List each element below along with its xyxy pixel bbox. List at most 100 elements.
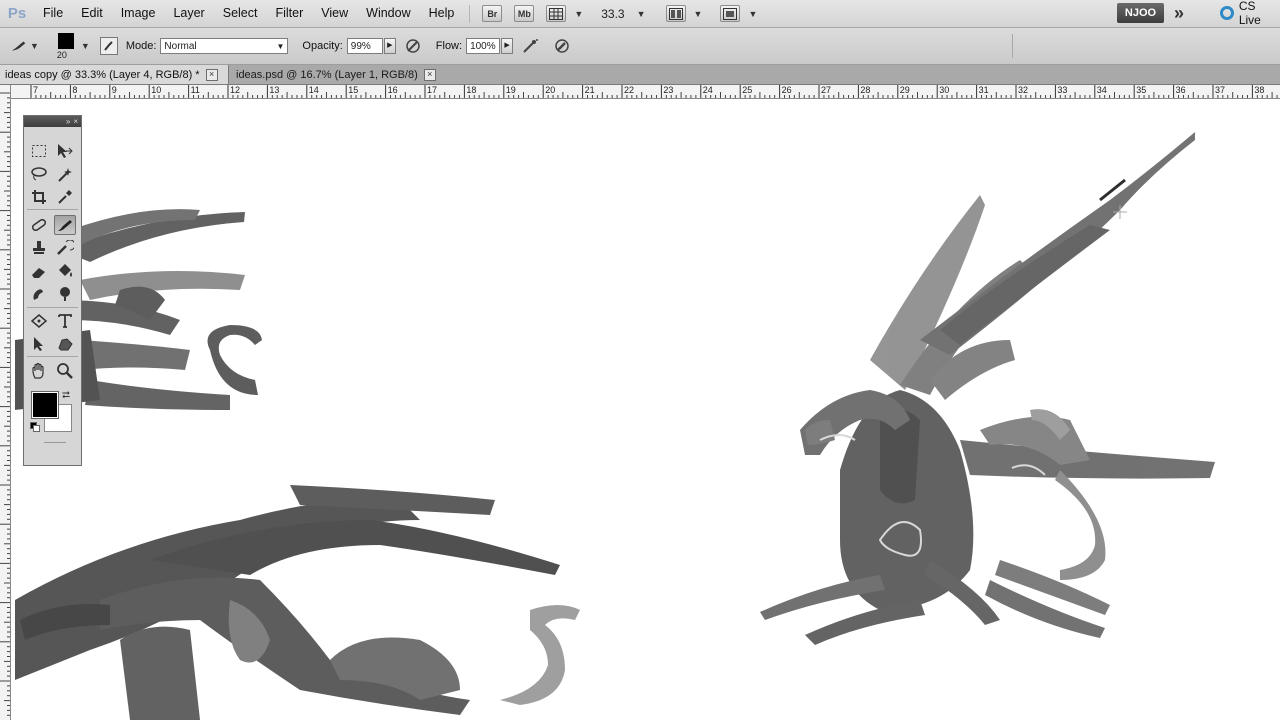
lasso-tool[interactable] bbox=[28, 164, 50, 184]
move-tool[interactable] bbox=[54, 141, 76, 161]
healing-brush-icon bbox=[31, 218, 47, 232]
hand-icon bbox=[32, 362, 44, 379]
collapse-icon[interactable]: » bbox=[66, 117, 70, 126]
flow-slider-toggle[interactable]: ▶ bbox=[501, 38, 514, 54]
cs-live-label: CS Live bbox=[1238, 0, 1261, 27]
menu-file[interactable]: File bbox=[34, 0, 72, 27]
tab-ideas-psd[interactable]: ideas.psd @ 16.7% (Layer 1, RGB/8) × bbox=[229, 65, 441, 84]
ruler-label: 24 bbox=[703, 85, 713, 95]
close-icon[interactable]: × bbox=[423, 68, 436, 81]
chevron-down-icon[interactable]: ▼ bbox=[694, 9, 703, 19]
dragon-sketch-painting bbox=[15, 132, 1215, 720]
menu-filter[interactable]: Filter bbox=[266, 0, 312, 27]
quick-mask-icon[interactable] bbox=[44, 442, 66, 443]
workspace-button[interactable]: NJOO bbox=[1117, 3, 1164, 23]
blur-icon bbox=[33, 289, 43, 300]
arrange-documents-button[interactable] bbox=[665, 5, 686, 22]
ruler-label: 12 bbox=[230, 85, 240, 95]
menu-view[interactable]: View bbox=[312, 0, 357, 27]
ruler-label: 26 bbox=[782, 85, 792, 95]
bridge-button[interactable]: Br bbox=[482, 5, 503, 22]
shape-tool[interactable] bbox=[54, 334, 76, 354]
paint-bucket-tool[interactable] bbox=[54, 261, 76, 281]
horizontal-ruler[interactable]: 7 8 9 10 11 12 13 14 15 16 17 18 19 20 21 22 23 24 25 26 27 2… bbox=[10, 85, 1280, 99]
brush-tool[interactable] bbox=[54, 215, 76, 235]
foreground-color-swatch[interactable] bbox=[31, 391, 59, 419]
ruler-label: 11 bbox=[191, 85, 200, 95]
ruler-label: 29 bbox=[900, 85, 910, 95]
tools-panel-header[interactable]: » × bbox=[24, 116, 81, 127]
path-select-tool[interactable] bbox=[28, 334, 50, 354]
menu-bar: Ps File Edit Image Layer Select Filter V… bbox=[0, 0, 1280, 28]
ruler-label: 35 bbox=[1136, 85, 1146, 95]
default-colors-icon[interactable] bbox=[30, 422, 40, 432]
flow-input[interactable]: 100% bbox=[466, 38, 501, 54]
menu-select[interactable]: Select bbox=[214, 0, 267, 27]
eraser-tool[interactable] bbox=[28, 261, 50, 281]
marquee-tool[interactable] bbox=[28, 141, 50, 161]
hand-tool[interactable] bbox=[28, 361, 50, 381]
brush-panel-toggle[interactable] bbox=[99, 37, 118, 55]
brush-tip-swatch bbox=[57, 33, 74, 49]
opacity-slider-toggle[interactable]: ▶ bbox=[383, 38, 396, 54]
chevron-down-icon[interactable]: ▼ bbox=[30, 41, 39, 51]
crop-tool[interactable] bbox=[28, 187, 50, 207]
tool-divider bbox=[27, 307, 78, 308]
brush-preset-picker[interactable]: 20 bbox=[53, 31, 79, 61]
pressure-opacity-button[interactable] bbox=[404, 37, 422, 55]
tool-preset-picker[interactable] bbox=[10, 37, 28, 55]
vertical-ruler[interactable] bbox=[0, 85, 11, 720]
magic-wand-icon bbox=[58, 168, 72, 182]
blur-tool[interactable] bbox=[28, 284, 50, 304]
tool-divider bbox=[27, 356, 78, 357]
eyedropper-icon bbox=[58, 190, 72, 204]
ruler-label: 20 bbox=[545, 85, 555, 95]
menu-edit[interactable]: Edit bbox=[72, 0, 112, 27]
swap-colors-icon[interactable]: ⮂ bbox=[62, 390, 70, 401]
zoom-level[interactable]: 33.3 bbox=[601, 7, 624, 21]
close-icon[interactable]: × bbox=[205, 68, 218, 81]
arrange-icon bbox=[668, 7, 683, 20]
menu-layer[interactable]: Layer bbox=[164, 0, 213, 27]
chevron-down-icon[interactable]: ▼ bbox=[574, 9, 583, 19]
ruler-label: 13 bbox=[269, 85, 279, 95]
blend-mode-select[interactable]: Normal ▼ bbox=[160, 38, 289, 54]
ruler-label: 31 bbox=[979, 85, 989, 95]
menu-window[interactable]: Window bbox=[357, 0, 419, 27]
ruler-label: 19 bbox=[506, 85, 516, 95]
type-tool[interactable] bbox=[54, 311, 76, 331]
chevron-down-icon[interactable]: ▼ bbox=[748, 9, 757, 19]
opacity-input[interactable]: 99% bbox=[346, 38, 383, 54]
magic-wand-tool[interactable] bbox=[54, 164, 76, 184]
more-workspaces-icon[interactable]: » bbox=[1174, 3, 1184, 23]
close-icon[interactable]: × bbox=[73, 117, 78, 126]
ruler-label: 14 bbox=[309, 85, 319, 95]
pressure-size-button[interactable] bbox=[553, 37, 571, 55]
menu-image[interactable]: Image bbox=[112, 0, 165, 27]
view-extras-button[interactable] bbox=[546, 5, 567, 22]
tab-ideas-copy[interactable]: ideas copy @ 33.3% (Layer 4, RGB/8) * × bbox=[0, 65, 229, 84]
menu-help[interactable]: Help bbox=[420, 0, 464, 27]
chevron-down-icon[interactable]: ▼ bbox=[81, 41, 90, 51]
shape-icon bbox=[58, 338, 73, 351]
ruler-label: 36 bbox=[1176, 85, 1186, 95]
document-canvas[interactable] bbox=[11, 99, 1280, 720]
history-brush-tool[interactable] bbox=[54, 238, 76, 258]
cs-live-button[interactable]: CS Live bbox=[1220, 0, 1280, 27]
tools-panel: » × ⮂ bbox=[23, 115, 82, 466]
chevron-down-icon[interactable]: ▼ bbox=[637, 9, 646, 19]
dodge-tool[interactable] bbox=[54, 284, 76, 304]
ruler-label: 22 bbox=[624, 85, 634, 95]
pen-tool[interactable] bbox=[28, 311, 50, 331]
ruler-label: 37 bbox=[1215, 85, 1225, 95]
zoom-tool[interactable] bbox=[54, 361, 76, 381]
pressure-icon bbox=[406, 39, 420, 53]
history-brush-icon bbox=[57, 240, 74, 255]
screen-mode-button[interactable] bbox=[720, 5, 741, 22]
mini-bridge-button[interactable]: Mb bbox=[514, 5, 535, 22]
healing-brush-tool[interactable] bbox=[28, 215, 50, 235]
eyedropper-tool[interactable] bbox=[54, 187, 76, 207]
ruler-label: 15 bbox=[348, 85, 358, 95]
clone-stamp-tool[interactable] bbox=[28, 238, 50, 258]
airbrush-button[interactable] bbox=[521, 37, 539, 55]
